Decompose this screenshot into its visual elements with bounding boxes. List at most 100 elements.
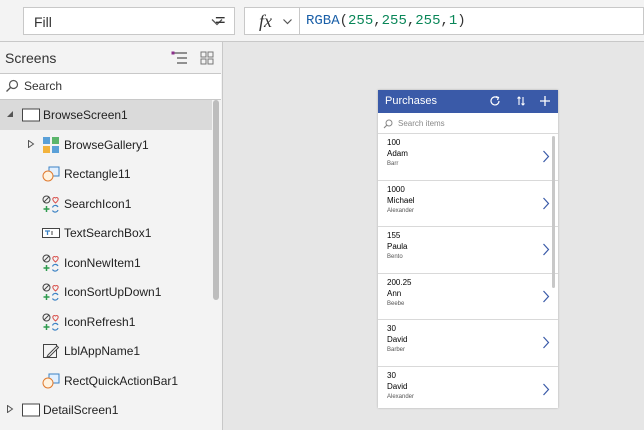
list-item[interactable]: 30 David Alexander xyxy=(378,367,558,409)
item-amount: 200.25 xyxy=(387,277,412,287)
tree-item-label: Rectangle11 xyxy=(64,167,131,181)
formula-paren-open: ( xyxy=(339,13,349,29)
search-icon xyxy=(383,119,393,129)
item-first-name: Paula xyxy=(387,242,408,251)
list-item[interactable]: 155 Paula Bento xyxy=(378,227,558,274)
item-first-name: Adam xyxy=(387,149,408,158)
formula-text: RGBA(255,255,255,1) xyxy=(306,13,466,29)
item-first-name: Michael xyxy=(387,195,415,205)
tree-item-label: IconNewItem1 xyxy=(64,255,141,270)
tree-item-browsescreen1[interactable]: BrowseScreen1 xyxy=(0,100,212,130)
tree-item-label: LblAppName1 xyxy=(64,344,141,358)
tree-item-rectquickactionbar1[interactable]: RectQuickActionBar1 xyxy=(0,366,212,396)
tree-view-panel: Screens Search BrowseScreen1 BrowseGalle… xyxy=(0,42,223,430)
item-last-name: Alexander xyxy=(387,393,415,400)
list-item[interactable]: 1000 Michael Alexander xyxy=(378,181,558,227)
text-input-icon xyxy=(42,228,60,238)
refresh-icon[interactable] xyxy=(489,95,501,107)
tree-item-label: BrowseGallery1 xyxy=(64,137,149,152)
tree-item-textsearchbox1[interactable]: TextSearchBox1 xyxy=(0,218,212,248)
tree-item-rectangle11[interactable]: Rectangle11 xyxy=(0,159,212,189)
app-search-box[interactable]: Search items xyxy=(378,114,558,134)
equals-sign: = xyxy=(215,10,226,30)
label-icon xyxy=(43,344,60,358)
formula-arg: 255 xyxy=(415,13,441,29)
rectangle-icon xyxy=(42,373,60,388)
app-search-placeholder: Search items xyxy=(398,119,445,128)
browse-gallery: 100 Adam Barr 1000 Michael Alexander 155… xyxy=(378,134,558,408)
chevron-right-icon[interactable] xyxy=(542,383,550,396)
tree-search-box[interactable]: Search xyxy=(0,73,221,100)
chevron-right-icon[interactable] xyxy=(542,336,550,349)
list-item[interactable]: 100 Adam Barr xyxy=(378,134,558,181)
gallery-icon xyxy=(43,136,59,153)
tree-item-lblappname1[interactable]: LblAppName1 xyxy=(0,336,212,366)
item-amount: 30 xyxy=(387,324,396,333)
tree-view-icon[interactable] xyxy=(171,51,189,65)
chevron-right-icon[interactable] xyxy=(542,150,550,163)
item-first-name: David xyxy=(387,381,408,391)
formula-arg: 255 xyxy=(348,13,374,29)
formula-bar: Fill = fx RGBA(255,255,255,1) xyxy=(0,0,644,42)
screen-icon xyxy=(22,108,40,122)
item-last-name: Beebe xyxy=(387,300,405,307)
list-item[interactable]: 30 David Barber xyxy=(378,320,558,367)
item-last-name: Barr xyxy=(387,161,399,167)
app-preview[interactable]: Purchases Search items 100 Adam Barr 100… xyxy=(378,90,558,408)
chevron-right-icon[interactable] xyxy=(542,290,550,303)
function-button[interactable]: fx xyxy=(244,7,300,35)
icons-control-icon xyxy=(42,254,59,272)
tree-item-searchicon1[interactable]: SearchIcon1 xyxy=(0,189,212,219)
formula-paren-close: ) xyxy=(457,13,466,29)
formula-input[interactable]: RGBA(255,255,255,1) xyxy=(300,7,644,35)
tree-item-detailscreen1[interactable]: DetailScreen1 xyxy=(0,395,212,425)
expand-triangle-icon[interactable] xyxy=(6,405,14,413)
item-amount: 30 xyxy=(387,370,396,380)
formula-arg: 255 xyxy=(381,13,407,29)
collapse-triangle-icon[interactable] xyxy=(6,110,14,118)
tree-scrollbar[interactable] xyxy=(213,100,219,300)
tree-item-iconrefresh1[interactable]: IconRefresh1 xyxy=(0,307,212,337)
gallery-scrollbar[interactable] xyxy=(552,136,555,288)
chevron-down-icon xyxy=(283,19,292,25)
panel-title: Screens xyxy=(5,50,57,66)
item-last-name: Barber xyxy=(387,347,406,353)
expand-triangle-icon[interactable] xyxy=(27,139,35,148)
property-value: Fill xyxy=(34,14,52,30)
chevron-right-icon[interactable] xyxy=(542,197,550,210)
icons-control-icon xyxy=(42,283,59,301)
tree-item-label: RectQuickActionBar1 xyxy=(64,373,179,388)
item-first-name: David xyxy=(387,335,408,344)
icons-control-icon xyxy=(42,195,59,213)
search-icon xyxy=(6,79,19,92)
fx-icon: fx xyxy=(259,11,272,31)
app-title: Purchases xyxy=(385,95,437,107)
item-last-name: Bento xyxy=(387,254,403,260)
item-amount: 155 xyxy=(387,231,401,240)
tree-item-label: TextSearchBox1 xyxy=(64,226,152,240)
rectangle-icon xyxy=(42,166,60,182)
chevron-right-icon[interactable] xyxy=(542,243,550,256)
screen-icon xyxy=(22,403,40,417)
tree-item-iconnewitem1[interactable]: IconNewItem1 xyxy=(0,248,212,278)
tree-item-iconsortupdown1[interactable]: IconSortUpDown1 xyxy=(0,277,212,307)
add-icon[interactable] xyxy=(539,95,551,107)
icons-control-icon xyxy=(42,313,59,331)
tree-item-label: BrowseScreen1 xyxy=(43,108,128,122)
property-dropdown[interactable]: Fill xyxy=(23,7,235,35)
list-item[interactable]: 200.25 Ann Beebe xyxy=(378,274,558,320)
tree-item-label: SearchIcon1 xyxy=(64,196,132,211)
item-last-name: Alexander xyxy=(387,207,415,214)
sort-up-down-icon[interactable] xyxy=(515,95,527,107)
tree-item-label: DetailScreen1 xyxy=(43,403,119,417)
thumbnail-view-icon[interactable] xyxy=(200,51,214,65)
item-amount: 1000 xyxy=(387,184,405,194)
app-header: Purchases xyxy=(378,90,558,113)
formula-function: RGBA xyxy=(306,13,340,29)
tree-item-browsegallery1[interactable]: BrowseGallery1 xyxy=(0,130,212,160)
item-first-name: Ann xyxy=(387,288,402,298)
search-placeholder: Search xyxy=(24,79,63,93)
tree-item-label: IconSortUpDown1 xyxy=(64,285,162,299)
tree-list: BrowseScreen1 BrowseGallery1 Rectangle11 xyxy=(0,100,212,425)
tree-item-label: IconRefresh1 xyxy=(64,314,136,329)
